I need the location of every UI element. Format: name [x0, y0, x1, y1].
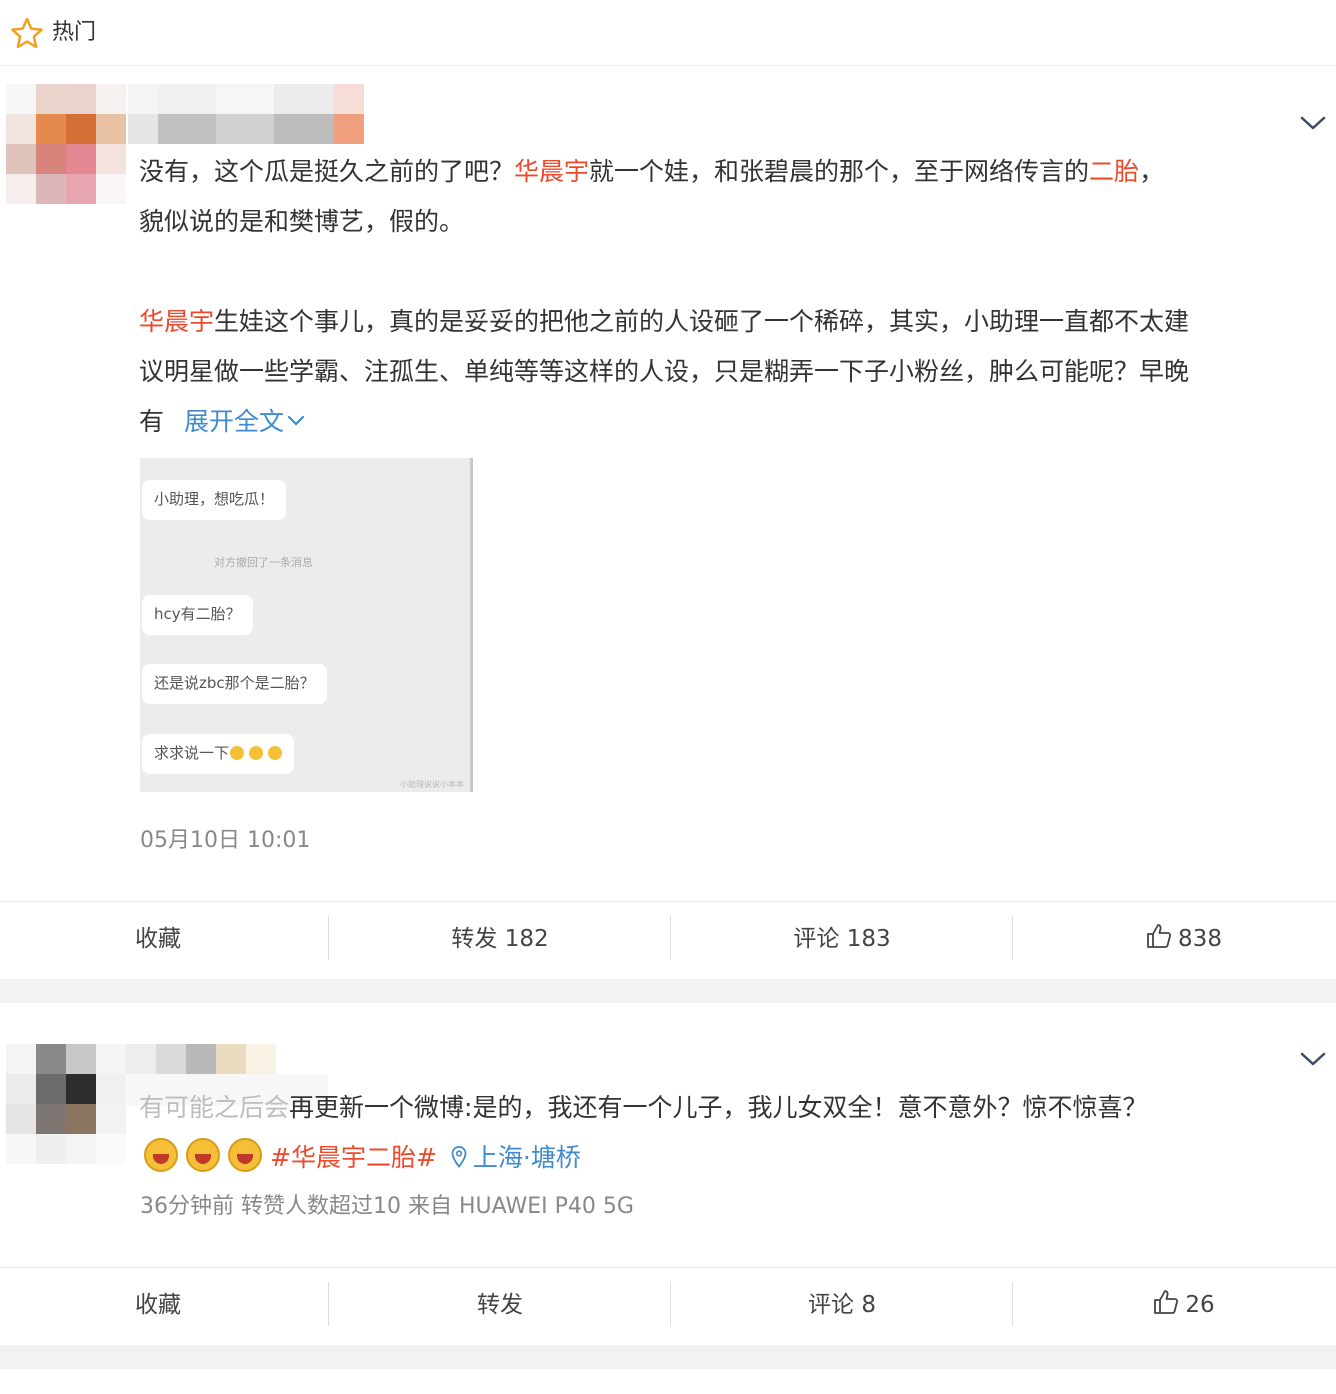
chat-system-message: 对方撤回了一条消息 — [214, 556, 313, 569]
mention-link[interactable]: 华晨宇 — [139, 307, 214, 336]
section-header: 热门 — [0, 0, 1336, 66]
chat-bubble: hcy有二胎？ — [142, 595, 253, 635]
text-segment: 生娃这个事儿，真的是妥妥的把他之前的人设砸了一个稀碎，其实，小助理一直都不太建 — [214, 307, 1190, 336]
location-pin-icon — [451, 1146, 467, 1168]
text-segment: 就一个娃，和张碧晨的那个，至于网络传言的 — [589, 157, 1090, 186]
post-text-line: 有 展开全文 — [139, 397, 306, 447]
text-segment: 有 — [139, 407, 165, 436]
comment-button[interactable]: 评论 8 — [672, 1268, 1012, 1346]
post-text-line: 华晨宇生娃这个事儿，真的是妥妥的把他之前的人设砸了一个稀碎，其实，小助理一直都不… — [139, 297, 1189, 347]
chat-bubble: 还是说zbc那个是二胎？ — [142, 664, 327, 704]
text-segment: ， — [1139, 157, 1165, 186]
emoji-icon — [268, 746, 283, 760]
emoji-icon — [249, 746, 264, 760]
chat-text: 求求说一下 — [154, 744, 230, 762]
laughing-emoji-icon — [228, 1138, 262, 1172]
post-text-line: 没有，这个瓜是挺久之前的了吧？华晨宇就一个娃，和张碧晨的那个，至于网络传言的二胎… — [139, 147, 1164, 197]
mention-link[interactable]: 华晨宇 — [514, 157, 589, 186]
expand-label: 展开全文 — [183, 407, 284, 436]
divider — [670, 1282, 671, 1326]
section-title: 热门 — [52, 20, 97, 45]
chevron-down-icon[interactable] — [1299, 114, 1327, 132]
avatar[interactable] — [6, 84, 126, 204]
like-button[interactable]: 26 — [1014, 1268, 1336, 1346]
divider — [670, 916, 671, 960]
keyword-link[interactable]: 二胎 — [1089, 157, 1139, 186]
post-text-line: 有可能之后会再更新一个微博:是的，我还有一个儿子，我儿女双全！意不意外？惊不惊喜… — [139, 1083, 1147, 1133]
repost-button[interactable]: 转发 — [330, 1268, 670, 1346]
like-button[interactable]: 838 — [1014, 902, 1336, 980]
post-text-line: 貌似说的是和樊博艺，假的。 — [139, 207, 465, 236]
divider — [328, 1282, 329, 1326]
divider — [1012, 1282, 1013, 1326]
post-text-line: #华晨宇二胎# 上海·塘桥 — [144, 1133, 581, 1183]
text-segment: 再更新一个微博:是的，我还有一个儿子，我儿女双全！意不意外？惊不惊喜？ — [289, 1093, 1148, 1122]
location-link[interactable]: 上海·塘桥 — [473, 1143, 581, 1172]
like-count: 26 — [1185, 1292, 1215, 1318]
favorite-button[interactable]: 收藏 — [135, 1268, 181, 1346]
star-icon — [11, 17, 43, 49]
thumbs-up-icon — [1154, 1290, 1179, 1314]
like-count: 838 — [1178, 926, 1222, 952]
repost-button[interactable]: 转发 182 — [330, 902, 670, 980]
feed-divider — [0, 979, 1336, 1003]
post-timestamp[interactable]: 05月10日 10:01 — [140, 826, 310, 856]
expand-full-text-link[interactable]: 展开全文 — [184, 407, 306, 436]
post-meta: 36分钟前 转赞人数超过10 来自 HUAWEI P40 5G — [140, 1194, 634, 1219]
emoji-icon — [230, 746, 245, 760]
post-image[interactable]: 小助理，想吃瓜！ 对方撤回了一条消息 hcy有二胎？ 还是说zbc那个是二胎？ … — [140, 458, 473, 792]
username-blurred[interactable] — [128, 84, 390, 146]
avatar[interactable] — [6, 1044, 126, 1164]
chevron-down-icon[interactable] — [1299, 1050, 1327, 1068]
chat-bubble: 求求说一下 — [142, 734, 295, 774]
favorite-button[interactable]: 收藏 — [135, 902, 181, 980]
post-text-line: 议明星做一些学霸、注孤生、单纯等等这样的人设，只是糊弄一下子小粉丝，肿么可能呢？… — [139, 357, 1190, 386]
text-segment: 没有，这个瓜是挺久之前的了吧？ — [139, 157, 515, 186]
chevron-down-icon — [287, 415, 305, 426]
post-action-bar: 收藏 转发 评论 8 26 — [0, 1267, 1336, 1345]
comment-button[interactable]: 评论 183 — [672, 902, 1012, 980]
laughing-emoji-icon — [186, 1138, 220, 1172]
image-watermark: 小助理说说小本本 — [400, 780, 464, 789]
divider — [1012, 916, 1013, 960]
divider — [328, 916, 329, 960]
thumbs-up-icon — [1147, 924, 1172, 948]
feed-divider — [0, 1345, 1336, 1369]
laughing-emoji-icon — [144, 1138, 178, 1172]
chat-bubble: 小助理，想吃瓜！ — [142, 480, 287, 520]
text-segment-obscured: 有可能之后会 — [139, 1093, 290, 1122]
hashtag-link[interactable]: #华晨宇二胎# — [270, 1143, 437, 1172]
post-action-bar: 收藏 转发 182 评论 183 838 — [0, 901, 1336, 979]
